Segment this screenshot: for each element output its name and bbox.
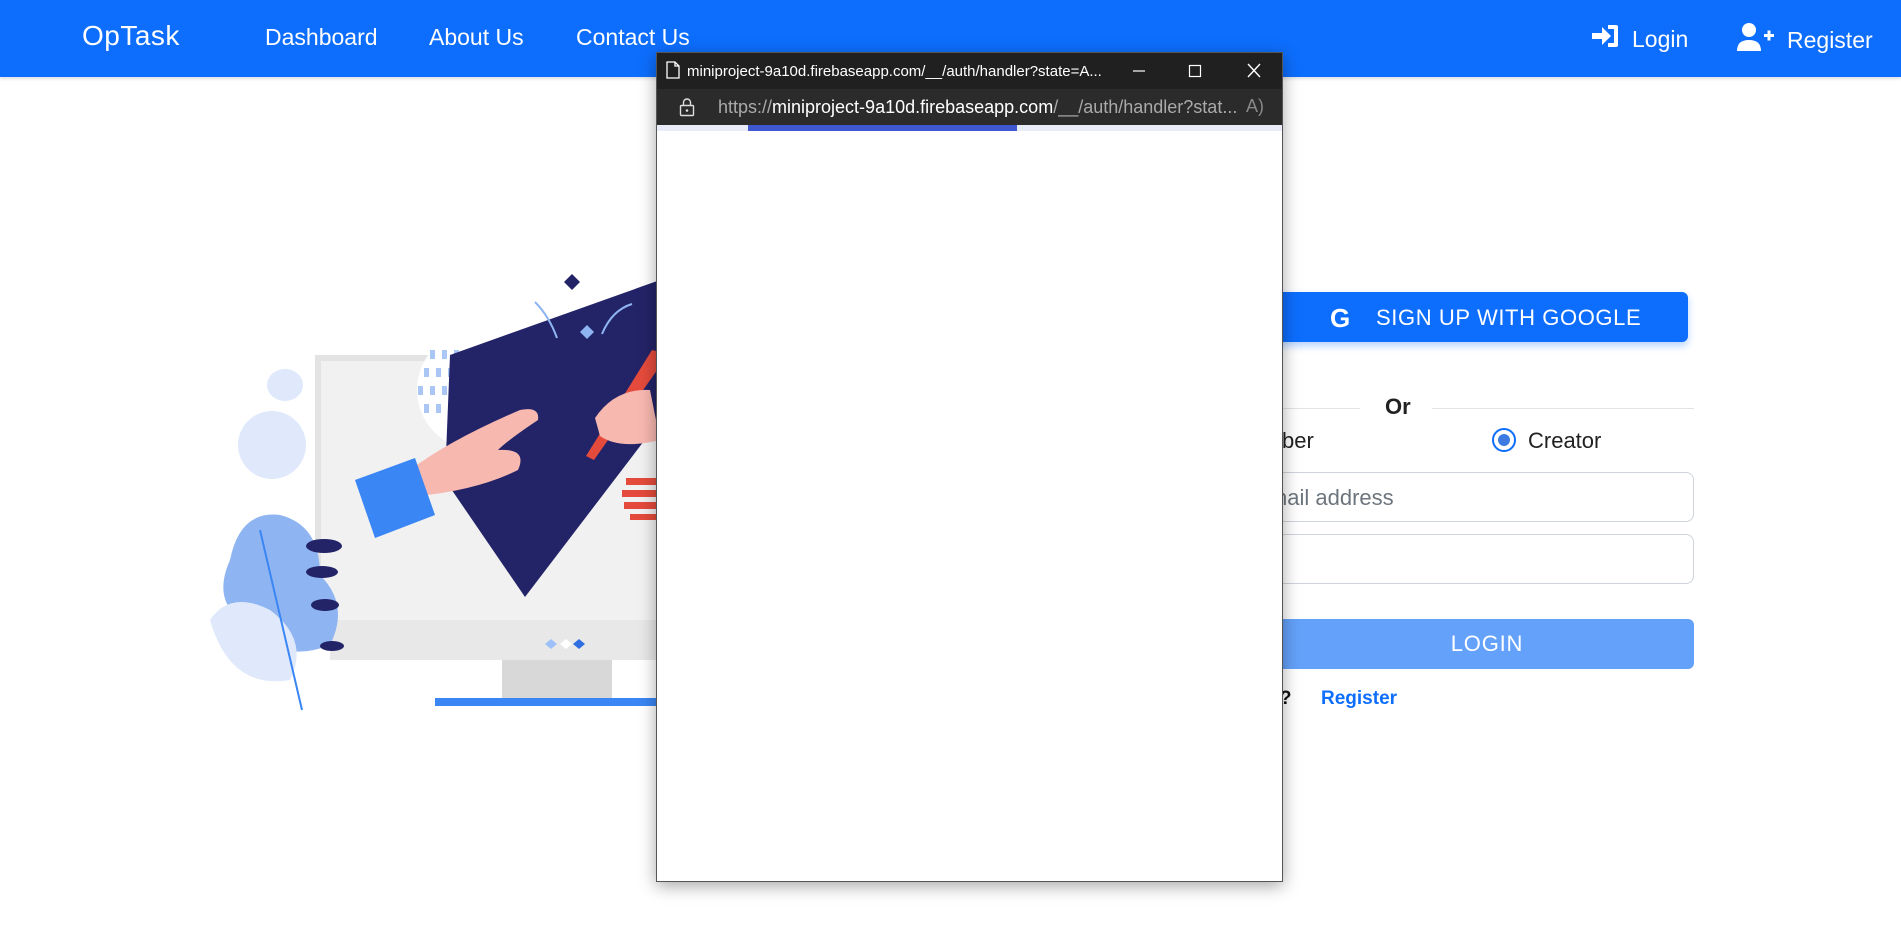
nav-link-about-us[interactable]: About Us <box>429 24 524 51</box>
email-placeholder: nail address <box>1275 485 1394 510</box>
url-path: /__/auth/handler?stat... <box>1053 97 1238 117</box>
popup-url[interactable]: https://miniproject-9a10d.firebaseapp.co… <box>718 97 1237 118</box>
role-creator-radio[interactable] <box>1492 428 1516 452</box>
url-scheme: https:// <box>718 97 773 117</box>
google-signup-label: SIGN UP WITH GOOGLE <box>1376 305 1642 330</box>
nav-register-link[interactable]: Register <box>1737 22 1873 58</box>
document-icon <box>666 61 680 84</box>
page-loading-fill <box>748 125 1017 131</box>
role-creator-label[interactable]: Creator <box>1528 428 1601 454</box>
divider-right <box>1432 408 1694 409</box>
nav-login-label: Login <box>1632 25 1689 52</box>
hero-illustration <box>190 270 681 720</box>
read-aloud-label: A <box>1245 96 1258 116</box>
lock-icon[interactable] <box>679 98 695 122</box>
sign-in-icon <box>1590 22 1620 56</box>
popup-address-bar[interactable]: https://miniproject-9a10d.firebaseapp.co… <box>657 89 1282 125</box>
role-member-label[interactable]: ber <box>1282 428 1314 454</box>
popup-title: miniproject-9a10d.firebaseapp.com/__/aut… <box>687 63 1102 80</box>
google-signup-button[interactable]: G SIGN UP WITH GOOGLE <box>1268 292 1688 342</box>
read-aloud-icon[interactable]: A) <box>1246 96 1264 117</box>
register-link[interactable]: Register <box>1321 688 1397 710</box>
google-icon: G <box>1330 303 1351 333</box>
login-button-label: LOGIN <box>1450 631 1524 656</box>
nav-login-link[interactable]: Login <box>1590 22 1688 56</box>
brand-logo[interactable]: OpTask <box>82 20 180 52</box>
nav-link-contact-us[interactable]: Contact Us <box>576 24 690 51</box>
popup-titlebar[interactable]: miniproject-9a10d.firebaseapp.com/__/aut… <box>657 53 1282 89</box>
url-host: miniproject-9a10d.firebaseapp.com <box>772 97 1054 117</box>
maximize-icon[interactable] <box>1175 59 1215 83</box>
or-separator: Or <box>1385 394 1411 419</box>
nav-register-label: Register <box>1787 26 1873 53</box>
nav-link-dashboard[interactable]: Dashboard <box>265 24 378 51</box>
close-icon[interactable] <box>1234 59 1274 83</box>
auth-popup-window: miniproject-9a10d.firebaseapp.com/__/aut… <box>656 52 1283 882</box>
page-loading-bar <box>657 125 1282 131</box>
minimize-icon[interactable] <box>1119 59 1159 83</box>
user-plus-icon <box>1737 22 1775 58</box>
